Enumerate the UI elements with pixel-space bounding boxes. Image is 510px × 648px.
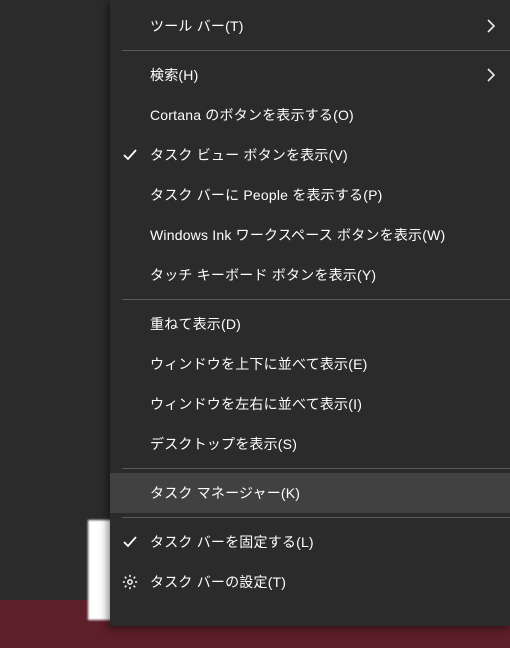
menu-label: Cortana のボタンを表示する(O) [150, 105, 496, 125]
menu-label: タスク ビュー ボタンを表示(V) [150, 145, 496, 165]
chevron-right-icon [486, 19, 496, 33]
menu-label: Windows Ink ワークスペース ボタンを表示(W) [150, 225, 496, 245]
menu-label: タスク バーの設定(T) [150, 572, 496, 592]
menu-item-cortana[interactable]: Cortana のボタンを表示する(O) [110, 95, 510, 135]
separator [122, 50, 510, 51]
menu-item-taskview[interactable]: タスク ビュー ボタンを表示(V) [110, 135, 510, 175]
menu-item-sidebyside[interactable]: ウィンドウを左右に並べて表示(I) [110, 384, 510, 424]
menu-label: タスク バーを固定する(L) [150, 532, 496, 552]
chevron-right-icon [486, 68, 496, 82]
menu-item-cascade[interactable]: 重ねて表示(D) [110, 304, 510, 344]
menu-label: ウィンドウを上下に並べて表示(E) [150, 354, 496, 374]
menu-label: 重ねて表示(D) [150, 314, 496, 334]
menu-item-people[interactable]: タスク バーに People を表示する(P) [110, 175, 510, 215]
menu-item-show-desktop[interactable]: デスクトップを表示(S) [110, 424, 510, 464]
menu-item-taskbar-settings[interactable]: タスク バーの設定(T) [110, 562, 510, 602]
menu-label: タスク マネージャー(K) [150, 483, 496, 503]
separator [122, 468, 510, 469]
separator [122, 517, 510, 518]
menu-item-search[interactable]: 検索(H) [110, 55, 510, 95]
menu-item-touchkb[interactable]: タッチ キーボード ボタンを表示(Y) [110, 255, 510, 295]
separator [122, 299, 510, 300]
menu-label: デスクトップを表示(S) [150, 434, 496, 454]
menu-label: ツール バー(T) [150, 16, 486, 36]
gear-icon [110, 574, 150, 590]
menu-label: ウィンドウを左右に並べて表示(I) [150, 394, 496, 414]
taskbar-context-menu: ツール バー(T) 検索(H) Cortana のボタンを表示する(O) タスク… [110, 0, 510, 626]
menu-item-ink[interactable]: Windows Ink ワークスペース ボタンを表示(W) [110, 215, 510, 255]
menu-item-lock-taskbar[interactable]: タスク バーを固定する(L) [110, 522, 510, 562]
menu-item-toolbars[interactable]: ツール バー(T) [110, 6, 510, 46]
check-icon [110, 534, 150, 550]
menu-label: タスク バーに People を表示する(P) [150, 185, 496, 205]
menu-item-task-manager[interactable]: タスク マネージャー(K) [110, 473, 510, 513]
menu-label: タッチ キーボード ボタンを表示(Y) [150, 265, 496, 285]
check-icon [110, 147, 150, 163]
menu-item-stacked[interactable]: ウィンドウを上下に並べて表示(E) [110, 344, 510, 384]
menu-label: 検索(H) [150, 65, 486, 85]
